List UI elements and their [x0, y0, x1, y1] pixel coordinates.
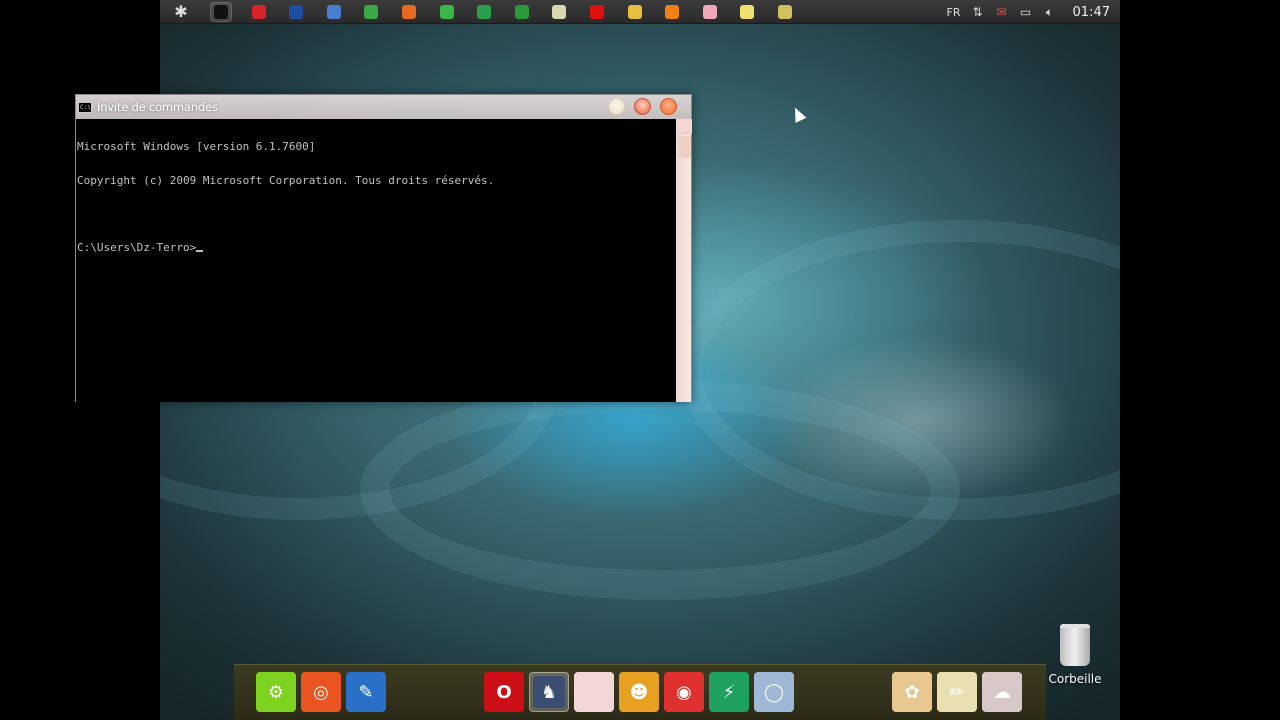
battery-icon[interactable]: ▭: [1019, 5, 1033, 19]
sticky-note-icon: [740, 4, 755, 19]
clock[interactable]: 01:47: [1073, 5, 1110, 20]
panel-launcher[interactable]: [661, 2, 683, 22]
vlc-icon: [665, 4, 680, 19]
panel-launcher[interactable]: [624, 2, 646, 22]
panel-launcher[interactable]: [323, 2, 345, 22]
lightning-app-icon[interactable]: ⚡: [709, 672, 749, 712]
globe-pro-icon[interactable]: ◯: [754, 672, 794, 712]
text-editor-icon[interactable]: ✎: [346, 672, 386, 712]
weather-app-icon[interactable]: ☁: [982, 672, 1022, 712]
close-button[interactable]: [660, 98, 677, 115]
firefox-icon: [401, 4, 416, 19]
opera-icon[interactable]: O: [484, 672, 524, 712]
window-titlebar[interactable]: C:\ Invite de commandes: [76, 95, 691, 119]
minimize-button[interactable]: [608, 98, 625, 115]
paint-palette-icon[interactable]: ✿: [892, 672, 932, 712]
ubuntu-icon[interactable]: ◎: [301, 672, 341, 712]
wallpaper-swirl: [360, 380, 960, 600]
maximize-button[interactable]: [634, 98, 651, 115]
system-tray: FR ⇅ ✉ ▭ 🔈︎ 01:47: [947, 0, 1112, 24]
chrome-icon: [364, 4, 379, 19]
trash-label: Corbeille: [1048, 672, 1102, 686]
text-cursor: [196, 249, 204, 252]
messaging-icon[interactable]: ✉: [995, 5, 1009, 19]
media-icon[interactable]: ◉: [664, 672, 704, 712]
trash-desktop-icon[interactable]: Corbeille: [1044, 624, 1106, 686]
vertical-scrollbar[interactable]: [676, 119, 692, 402]
panel-launcher[interactable]: [511, 2, 533, 22]
keyboard-layout-indicator[interactable]: FR: [947, 6, 961, 19]
panel-launcher[interactable]: [473, 2, 495, 22]
virtualbox-icon: [289, 4, 304, 19]
cmd-app-icon: C:\: [78, 101, 92, 113]
window-title: Invite de commandes: [97, 100, 218, 114]
settings-icon[interactable]: ⚙: [256, 672, 296, 712]
people-icon[interactable]: ☻: [619, 672, 659, 712]
panel-launcher[interactable]: [736, 2, 758, 22]
dock-item-glyph: ♞: [533, 676, 565, 708]
console-prompt: C:\Users\Dz-Terro>: [77, 240, 197, 254]
console-output[interactable]: Microsoft Windows [version 6.1.7600] Cop…: [76, 119, 677, 402]
panel-launcher[interactable]: [548, 2, 570, 22]
volume-icon[interactable]: 🔈︎: [1043, 5, 1057, 19]
panel-launcher[interactable]: [248, 2, 270, 22]
tools-icon: [777, 4, 792, 19]
scroll-up-arrow[interactable]: [677, 119, 692, 134]
panel-launcher[interactable]: [436, 2, 458, 22]
console-line: Microsoft Windows [version 6.1.7600]: [77, 140, 316, 153]
dock: ⚙ ◎ ✎ O ♞ ☻ ◉ ⚡ ◯ ✿ ✏ ☁: [234, 664, 1046, 720]
panel-launcher[interactable]: [360, 2, 382, 22]
top-panel: ✱ FR ⇅ ✉ ▭ 🔈︎ 01:47: [160, 0, 1120, 24]
console-prompt-line: C:\Users\Dz-Terro>: [77, 242, 676, 254]
ubuntu-menu-icon[interactable]: ✱: [168, 0, 194, 24]
panel-launcher[interactable]: [774, 2, 796, 22]
notepad-icon[interactable]: ✏: [937, 672, 977, 712]
shield-icon: [326, 4, 341, 19]
panel-launcher[interactable]: [285, 2, 307, 22]
panel-launcher[interactable]: [398, 2, 420, 22]
spreadsheet-icon: [514, 4, 529, 19]
green-globe-icon: [439, 4, 454, 19]
trash-icon: [1060, 624, 1090, 666]
network-icon: [477, 4, 492, 19]
blank-app-icon[interactable]: [574, 672, 614, 712]
record-icon: [251, 4, 266, 19]
scroll-thumb[interactable]: [678, 136, 691, 158]
panel-launcher[interactable]: [586, 2, 608, 22]
youtube-icon: [589, 4, 604, 19]
folder-icon: [627, 4, 642, 19]
command-prompt-window: C:\ Invite de commandes Microsoft Window…: [75, 94, 692, 402]
terminal-icon: [214, 4, 228, 19]
panel-launcher[interactable]: [210, 1, 232, 22]
panel-launchers: [210, 1, 812, 22]
pencil-note-icon: [552, 4, 567, 19]
counter-strike-icon[interactable]: ♞: [529, 672, 569, 712]
console-line: Copyright (c) 2009 Microsoft Corporation…: [77, 173, 495, 187]
network-icon[interactable]: ⇅: [971, 5, 985, 19]
pig-icon: [702, 4, 717, 19]
window-controls: [608, 98, 677, 115]
panel-launcher[interactable]: [699, 2, 721, 22]
